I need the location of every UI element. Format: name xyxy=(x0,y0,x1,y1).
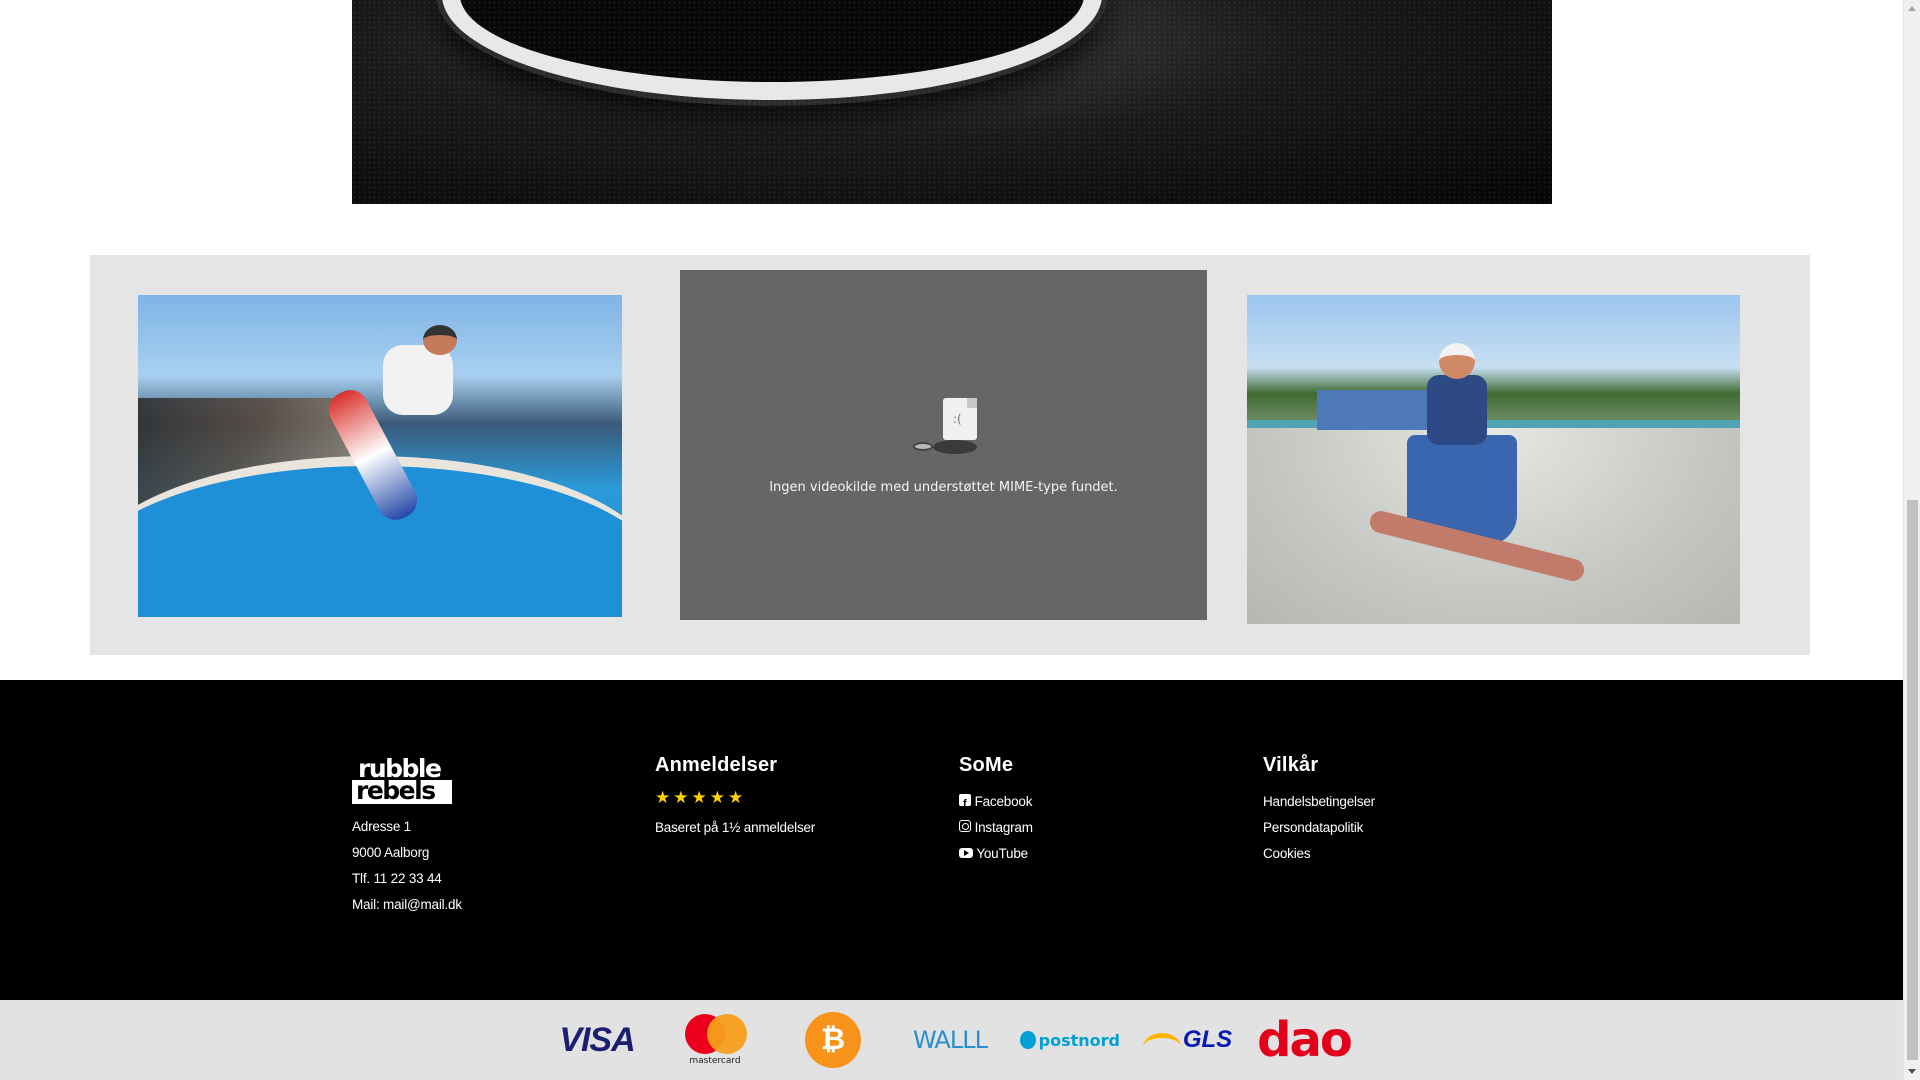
visa-logo: VISA xyxy=(559,1020,635,1059)
skater-bowl-photo-left xyxy=(138,295,622,617)
page-scrollbar[interactable] xyxy=(1903,0,1920,1080)
scroll-thumb[interactable] xyxy=(1907,500,1918,1060)
footer-city: 9000 Aalborg xyxy=(352,845,430,860)
video-error-message: Ingen videokilde med understøttet MIME-t… xyxy=(769,480,1118,495)
scroll-up-arrow-icon[interactable] xyxy=(1904,0,1920,17)
reviews-heading: Anmeldelser xyxy=(655,754,778,776)
mastercard-logo: mastercard xyxy=(680,1000,750,1080)
reviews-summary[interactable]: Baseret på 1½ anmeldelser xyxy=(655,815,815,841)
terms-link-cookies[interactable]: Cookies xyxy=(1263,841,1375,867)
skater-figure xyxy=(322,325,473,527)
footer-terms-column: Vilkår Handelsbetingelser Persondatapoli… xyxy=(1263,754,1375,867)
star-icon: ★ xyxy=(709,788,725,807)
terms-link-handelsbetingelser[interactable]: Handelsbetingelser xyxy=(1263,789,1375,815)
skater-figure xyxy=(1367,335,1587,595)
skater-pool-photo-right xyxy=(1247,295,1740,624)
star-icon: ★ xyxy=(728,788,744,807)
media-band: :( Ingen videokilde med understøttet MIM… xyxy=(90,255,1810,655)
footer-brand-column: rubble rebels Adresse 1 9000 Aalborg Tlf… xyxy=(352,754,462,918)
rubble-rebels-logo[interactable]: rubble rebels xyxy=(352,754,452,805)
dao-logo: dao xyxy=(1257,1012,1353,1068)
review-stars: ★ ★ ★ ★ ★ xyxy=(655,789,815,807)
terms-link-persondatapolitik[interactable]: Persondatapolitik xyxy=(1263,815,1375,841)
footer-social-column: SoMe Facebook Instagram YouTube xyxy=(959,754,1033,867)
star-icon: ★ xyxy=(655,788,671,807)
footer-address: Adresse 1 xyxy=(352,819,411,834)
star-icon: ★ xyxy=(691,788,707,807)
bitcoin-logo: ₿ xyxy=(804,1000,862,1080)
social-heading: SoMe xyxy=(959,754,1014,776)
walley-logo: WALLL xyxy=(913,1026,988,1054)
instagram-icon xyxy=(959,820,971,832)
payment-methods-bar: VISA mastercard ₿ WALLL postnord GLS dao xyxy=(0,1000,1903,1080)
footer-phone: Tlf. 11 22 33 44 xyxy=(352,871,442,886)
gls-logo: GLS xyxy=(1140,1000,1235,1080)
postnord-logo: postnord xyxy=(1020,1000,1120,1080)
youtube-icon xyxy=(959,848,973,858)
video-player[interactable]: :( Ingen videokilde med understøttet MIM… xyxy=(680,270,1207,620)
footer-email[interactable]: Mail: mail@mail.dk xyxy=(352,892,462,918)
missing-media-icon: :( xyxy=(913,398,979,456)
youtube-link[interactable]: YouTube xyxy=(959,841,1033,867)
hero-skateboard-image xyxy=(352,0,1552,204)
scroll-down-arrow-icon[interactable] xyxy=(1904,1063,1920,1080)
star-icon: ★ xyxy=(673,788,689,807)
facebook-link[interactable]: Facebook xyxy=(959,789,1033,817)
page: :( Ingen videokilde med understøttet MIM… xyxy=(0,0,1920,1080)
terms-heading: Vilkår xyxy=(1263,754,1319,776)
footer-reviews-column: Anmeldelser ★ ★ ★ ★ ★ Baseret på 1½ anme… xyxy=(655,754,815,841)
site-footer: rubble rebels Adresse 1 9000 Aalborg Tlf… xyxy=(0,680,1903,1000)
instagram-link[interactable]: Instagram xyxy=(959,815,1033,841)
facebook-icon xyxy=(959,791,971,817)
